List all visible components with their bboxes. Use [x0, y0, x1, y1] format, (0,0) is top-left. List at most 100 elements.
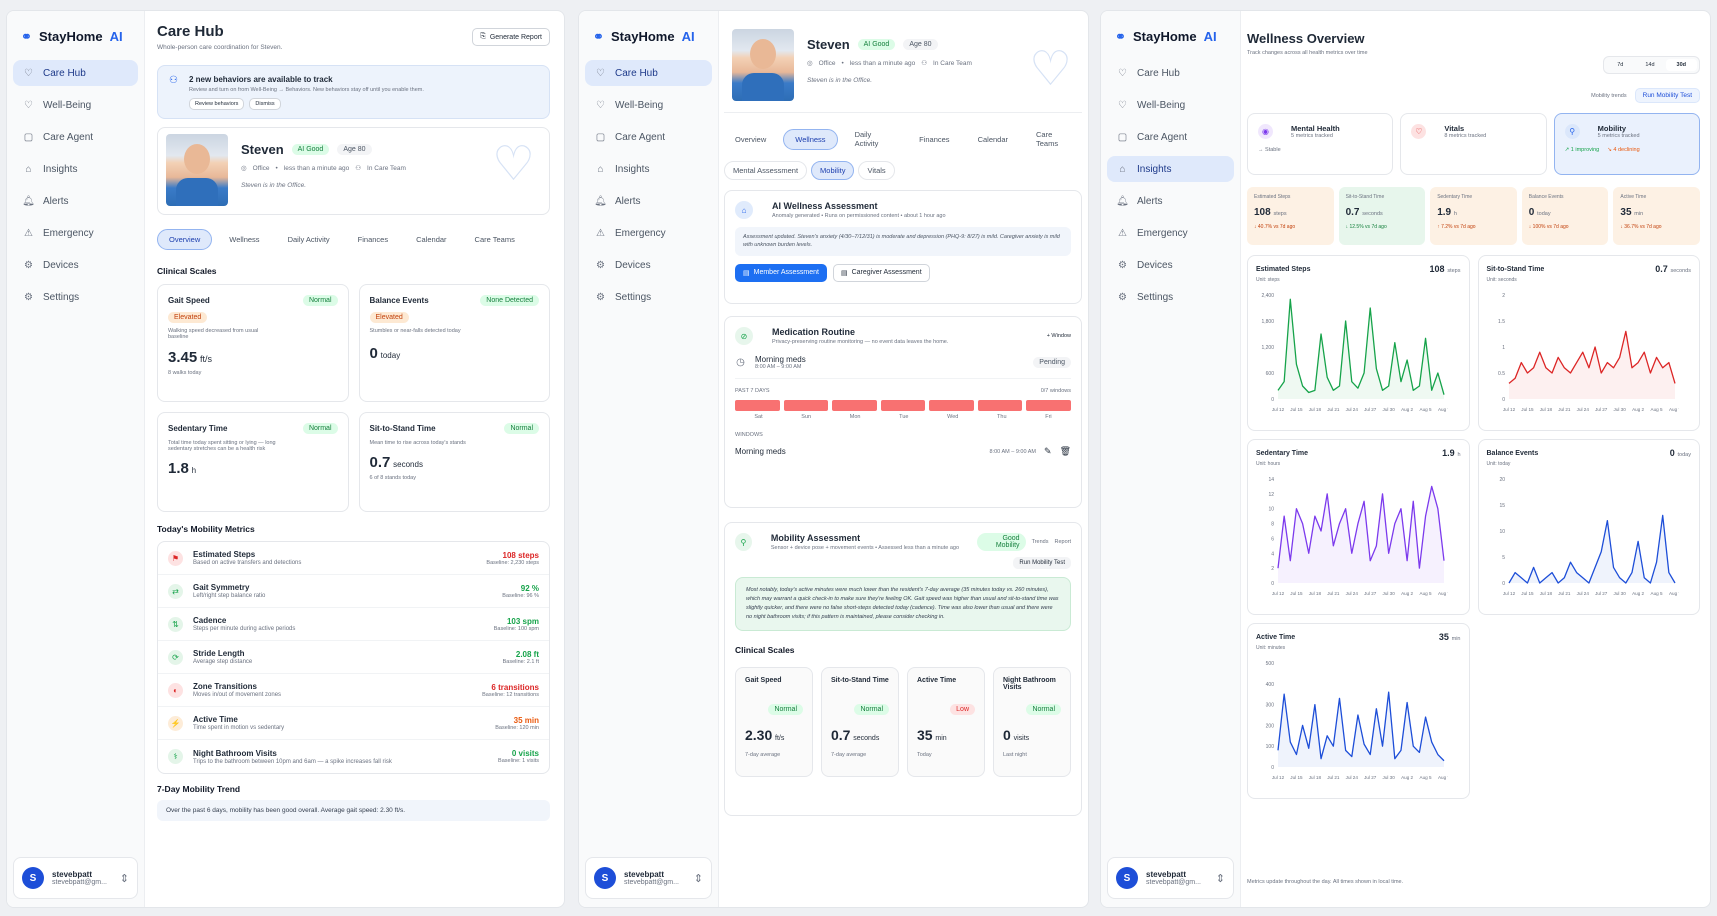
nav-item-settings[interactable]: ⚙︎ Settings: [13, 284, 138, 310]
brand-logo[interactable]: ⚭ StayHome AI: [1101, 11, 1240, 60]
scale-card[interactable]: Night Bathroom Visits Normal 0 visits La…: [993, 667, 1071, 778]
trash-icon[interactable]: 🗑︎: [1060, 446, 1071, 457]
metric-row[interactable]: ⇄ Gait Symmetry Left/right step balance r…: [158, 575, 549, 608]
tab-calendar[interactable]: Calendar: [405, 230, 457, 249]
y-tick-label: 1,200: [1261, 345, 1274, 351]
mini-metric-card[interactable]: Sedentary Time 1.9 h ↑ 7.2% vs 7d ago: [1430, 187, 1517, 245]
y-tick-label: 1,800: [1261, 319, 1274, 325]
nav-item-insights[interactable]: ⌂ Insights: [585, 156, 712, 182]
scale-card[interactable]: Sit-to-Stand Time Normal Mean time to ris…: [358, 412, 550, 512]
tab-daily-activity[interactable]: Daily Activity: [844, 125, 903, 153]
scale-card[interactable]: Gait Speed Normal 2.30 ft/s 7-day averag…: [735, 667, 813, 778]
tab-calendar[interactable]: Calendar: [967, 130, 1019, 149]
expand-icon[interactable]: ⇕: [120, 872, 129, 885]
subtab-mobility[interactable]: Mobility: [811, 161, 855, 180]
edit-icon[interactable]: ✎: [1044, 446, 1052, 457]
chart-card[interactable]: Active Time 35 min Unit: minutes 500 400 300…: [1247, 623, 1470, 799]
tab-daily-activity[interactable]: Daily Activity: [277, 230, 341, 249]
tab-finances[interactable]: Finances: [347, 230, 399, 249]
tab-overview[interactable]: Overview: [724, 130, 777, 149]
add-window-button[interactable]: + Window: [1047, 333, 1071, 339]
mini-metric-card[interactable]: Sit-to-Stand Time 0.7 seconds ↓ 12.5% vs…: [1338, 187, 1426, 245]
chart-card[interactable]: Sit-to-Stand Time 0.7 seconds Unit: secon…: [1477, 255, 1700, 431]
trends-link[interactable]: Trends: [1032, 539, 1049, 545]
nav-item-care-agent[interactable]: ▢ Care Agent: [585, 124, 712, 150]
range-7d[interactable]: 7d: [1606, 59, 1634, 71]
expand-icon[interactable]: ⇕: [694, 872, 703, 885]
scale-card[interactable]: Gait Speed Normal Elevated Walking speed …: [157, 284, 349, 402]
nav-item-care-hub[interactable]: ♡ Care Hub: [1107, 60, 1234, 86]
subtab-mental[interactable]: Mental Assessment: [724, 161, 808, 180]
nav-item-settings[interactable]: ⚙︎ Settings: [585, 284, 712, 310]
tab-care-teams[interactable]: Care Teams: [464, 230, 526, 249]
ai-meta: Anomaly generated • Runs on permissioned…: [772, 213, 946, 219]
tab-wellness[interactable]: Wellness: [218, 230, 270, 249]
caregiver-assessment-button[interactable]: ▤ Caregiver Assessment: [832, 263, 930, 282]
nav-item-well-being[interactable]: ♡ Well-Being: [1107, 92, 1234, 118]
x-tick-label: Jul 24: [1346, 775, 1359, 780]
scale-card[interactable]: Active Time Low 35 min Today: [907, 667, 985, 778]
tab-overview[interactable]: Overview: [157, 229, 213, 250]
tab-finances[interactable]: Finances: [908, 130, 960, 149]
nav-item-care-hub[interactable]: ♡ Care Hub: [585, 60, 712, 86]
category-card-vitals[interactable]: ♡ Vitals 8 metrics tracked: [1400, 113, 1547, 175]
nav-item-devices[interactable]: ⚙︎ Devices: [1107, 252, 1234, 278]
scale-name: Sedentary Time: [168, 424, 228, 433]
nav-item-emergency[interactable]: ⚠︎ Emergency: [585, 220, 712, 246]
review-behaviors-button[interactable]: Review behaviors: [189, 98, 245, 110]
scale-card[interactable]: Sit-to-Stand Time Normal 0.7 seconds 7-d…: [821, 667, 899, 778]
nav-item-well-being[interactable]: ♡ Well-Being: [585, 92, 712, 118]
generate-report-button[interactable]: ⎘ Generate Report: [472, 28, 550, 46]
nav-item-insights[interactable]: ⌂ Insights: [1107, 156, 1234, 182]
nav-item-alerts[interactable]: 🔔︎ Alerts: [1107, 188, 1234, 214]
nav-label: Settings: [43, 291, 80, 303]
metric-row[interactable]: ⟳ Stride Length Average step distance 2.0…: [158, 641, 549, 674]
expand-icon[interactable]: ⇕: [1216, 872, 1225, 885]
subtab-vitals[interactable]: Vitals: [858, 161, 895, 180]
nav-item-alerts[interactable]: 🔔︎ Alerts: [13, 188, 138, 214]
member-assessment-button[interactable]: ▤ Member Assessment: [735, 263, 827, 282]
chart-card[interactable]: Balance Events 0 today Unit: today 20 15 10 5…: [1477, 439, 1700, 615]
user-card[interactable]: Sstevebpatt stevebpatt@gm... ⇕: [13, 857, 138, 899]
user-card[interactable]: Sstevebpatt stevebpatt@gm... ⇕: [1107, 857, 1234, 899]
chart-card[interactable]: Sedentary Time 1.9 h Unit: hours 14 12 10 8 6 4…: [1247, 439, 1470, 615]
nav-item-settings[interactable]: ⚙︎ Settings: [1107, 284, 1234, 310]
mini-metric-card[interactable]: Active Time 35 min ↓ 36.7% vs 7d ago: [1613, 187, 1700, 245]
tab-wellness[interactable]: Wellness: [783, 128, 838, 150]
mini-metric-card[interactable]: Balance Events 0 today ↓ 100% vs 7d ago: [1521, 187, 1609, 245]
chart-card[interactable]: Estimated Steps 108 steps Unit: steps 2,40…: [1247, 255, 1470, 431]
range-30d[interactable]: 30d: [1665, 59, 1697, 71]
nav-label: Care Agent: [43, 131, 94, 143]
nav-item-well-being[interactable]: ♡ Well-Being: [13, 92, 138, 118]
report-link[interactable]: Report: [1054, 539, 1071, 545]
metric-row[interactable]: ⚡ Active Time Time spent in motion vs sed…: [158, 707, 549, 740]
nav-item-devices[interactable]: ⚙︎ Devices: [585, 252, 712, 278]
nav-item-care-agent[interactable]: ▢ Care Agent: [13, 124, 138, 150]
metric-row[interactable]: ◐ Zone Transitions Moves in/out of moveme…: [158, 674, 549, 707]
nav-item-insights[interactable]: ⌂ Insights: [13, 156, 138, 182]
nav-item-emergency[interactable]: ⚠︎ Emergency: [1107, 220, 1234, 246]
brand-logo[interactable]: ⚭ StayHome AI: [579, 11, 718, 60]
tab-care-teams[interactable]: Care Teams: [1025, 125, 1082, 153]
dismiss-button[interactable]: Dismiss: [249, 98, 281, 110]
nav-item-care-agent[interactable]: ▢ Care Agent: [1107, 124, 1234, 150]
nav-item-devices[interactable]: ⚙︎ Devices: [13, 252, 138, 278]
nav-item-emergency[interactable]: ⚠︎ Emergency: [13, 220, 138, 246]
category-card-mental[interactable]: ◉ Mental Health 5 metrics tracked → Stable: [1247, 113, 1394, 175]
metric-row[interactable]: ⚕ Night Bathroom Visits Trips to the bath…: [158, 740, 549, 773]
range-14d[interactable]: 14d: [1634, 59, 1665, 71]
mini-metric-card[interactable]: Estimated Steps 108 steps ↓ 40.7% vs 7d …: [1247, 187, 1334, 245]
user-name: stevebpatt: [624, 870, 665, 879]
brand-logo[interactable]: ⚭ StayHome AI: [7, 11, 144, 60]
scale-card[interactable]: Sedentary Time Normal Total time today sp…: [157, 412, 349, 512]
category-card-mobility[interactable]: ⚲ Mobility 5 metrics tracked ↗ 1 improving ↘…: [1553, 113, 1700, 175]
run-mobility-test-button[interactable]: Run Mobility Test: [1634, 88, 1700, 103]
nav-item-care-hub[interactable]: ♡ Care Hub: [13, 60, 138, 86]
scale-card[interactable]: Balance Events None Detected Elevated Stu…: [358, 284, 550, 402]
run-mobility-test-button[interactable]: Run Mobility Test: [1013, 557, 1071, 569]
metric-name: Estimated Steps: [193, 550, 256, 559]
nav-item-alerts[interactable]: 🔔︎ Alerts: [585, 188, 712, 214]
metric-row[interactable]: ⇅ Cadence Steps per minute during active …: [158, 608, 549, 641]
metric-row[interactable]: ⚑ Estimated Steps Based on active transfe…: [158, 542, 549, 575]
user-card[interactable]: Sstevebpatt stevebpatt@gm... ⇕: [585, 857, 712, 899]
